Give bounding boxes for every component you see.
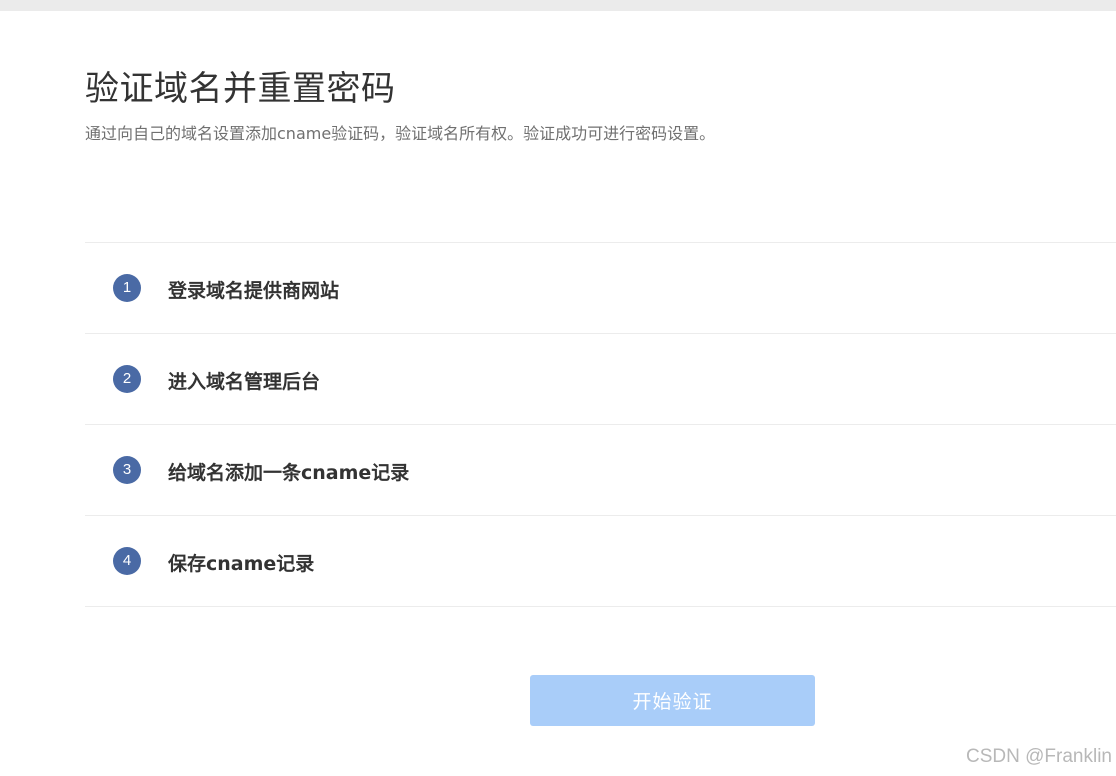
step-label: 进入域名管理后台	[168, 371, 321, 393]
step-number-badge: 1	[113, 274, 141, 302]
step-number-badge: 2	[113, 365, 141, 393]
start-verification-button[interactable]: 开始验证	[530, 675, 815, 726]
step-item: 4 保存cname记录	[85, 516, 1116, 607]
page-subtitle: 通过向自己的域名设置添加cname验证码，验证域名所有权。验证成功可进行密码设置…	[85, 124, 716, 143]
step-number-badge: 3	[113, 456, 141, 484]
step-label: 给域名添加一条cname记录	[168, 462, 410, 484]
step-item: 2 进入域名管理后台	[85, 334, 1116, 425]
steps-list: 1 登录域名提供商网站 2 进入域名管理后台 3 给域名添加一条cname记录 …	[85, 242, 1116, 607]
top-bar	[0, 0, 1116, 11]
step-label: 登录域名提供商网站	[168, 280, 340, 302]
step-label: 保存cname记录	[168, 553, 315, 575]
verify-domain-page: 验证域名并重置密码 通过向自己的域名设置添加cname验证码，验证域名所有权。验…	[0, 11, 1116, 776]
step-item: 1 登录域名提供商网站	[85, 243, 1116, 334]
step-number-badge: 4	[113, 547, 141, 575]
watermark: CSDN @Franklin	[966, 746, 1112, 767]
page-title: 验证域名并重置密码	[85, 69, 396, 109]
step-item: 3 给域名添加一条cname记录	[85, 425, 1116, 516]
